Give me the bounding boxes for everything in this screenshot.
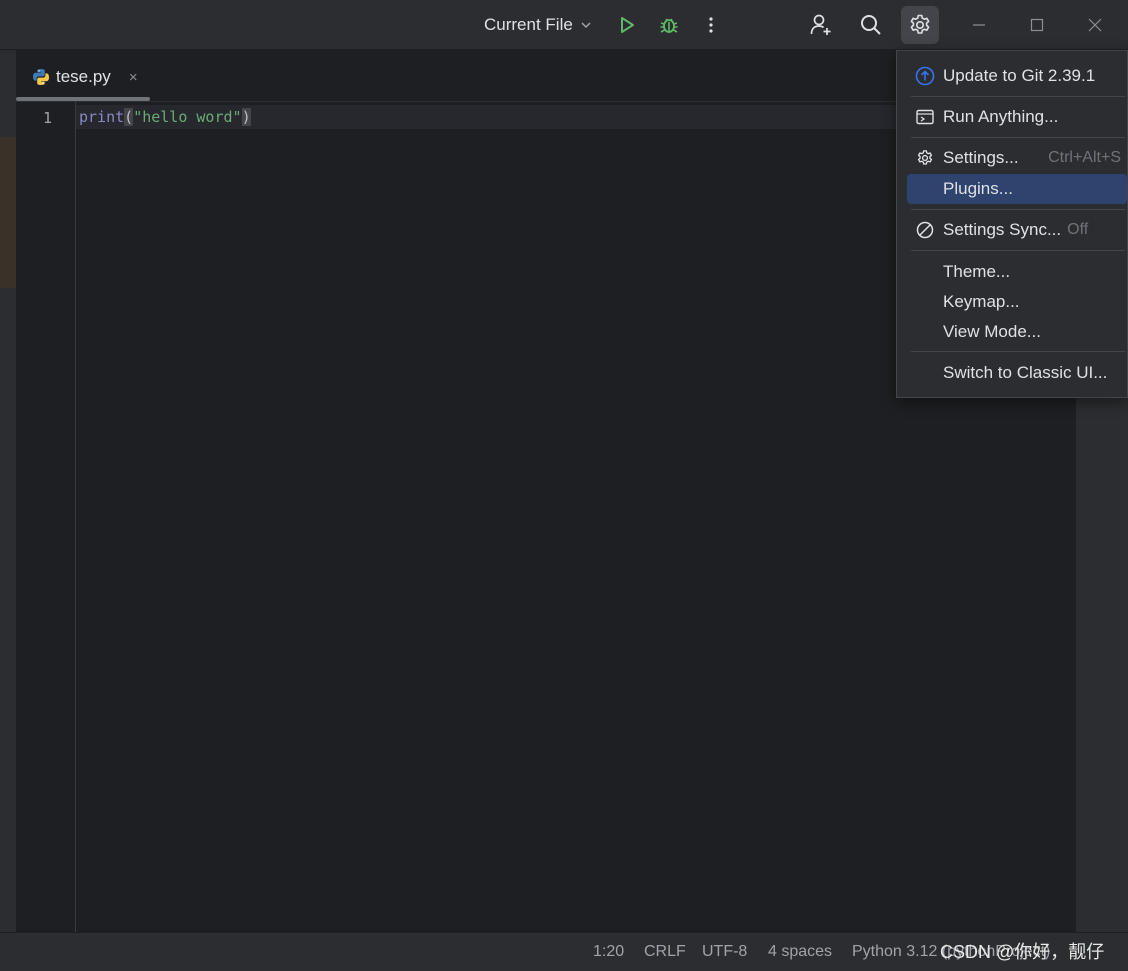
maximize-button[interactable] xyxy=(1008,0,1066,50)
disabled-icon xyxy=(915,220,935,240)
menu-item-label: View Mode... xyxy=(943,322,1041,341)
menu-item-view-mode[interactable]: View Mode... xyxy=(907,317,1127,347)
indent-setting[interactable]: 4 spaces xyxy=(768,943,832,961)
plugins-icon-placeholder xyxy=(915,179,935,199)
menu-item-plugins[interactable]: Plugins... xyxy=(907,174,1127,204)
run-anything-icon xyxy=(915,107,935,127)
close-icon xyxy=(1088,18,1102,32)
close-window-button[interactable] xyxy=(1066,0,1124,50)
menu-separator xyxy=(911,209,1125,210)
gear-icon xyxy=(915,148,935,168)
bug-icon xyxy=(660,18,678,33)
tab-filename: tese.py xyxy=(56,67,111,86)
add-user-icon xyxy=(810,14,831,35)
menu-item-label: Update to Git 2.39.1 xyxy=(943,66,1096,85)
run-button[interactable] xyxy=(611,9,643,41)
code-string-token: "hello word" xyxy=(133,108,242,126)
change-marker xyxy=(0,137,16,288)
minimize-button[interactable] xyxy=(950,0,1008,50)
tab-tese-py[interactable]: tese.py × xyxy=(32,64,138,90)
file-encoding[interactable]: UTF-8 xyxy=(702,943,747,961)
menu-item-run-anything[interactable]: Run Anything... xyxy=(907,102,1127,132)
menu-item-theme[interactable]: Theme... xyxy=(907,257,1127,287)
minimize-icon xyxy=(973,24,985,26)
menu-item-label: Theme... xyxy=(943,262,1011,281)
menu-item-settings[interactable]: Settings... Ctrl+Alt+S xyxy=(907,143,1127,173)
watermark: CSDN @你好，靓仔 xyxy=(940,942,1105,962)
update-icon xyxy=(915,66,935,86)
run-configuration-label: Current File xyxy=(484,15,573,34)
code-line-1[interactable]: print("hello word") xyxy=(79,107,251,127)
title-bar: Current File xyxy=(0,0,1128,50)
caret-position[interactable]: 1:20 xyxy=(593,943,624,961)
settings-sync-state: Off xyxy=(1067,221,1089,238)
menu-item-label: Run Anything... xyxy=(943,107,1059,126)
chevron-down-icon xyxy=(581,22,591,29)
python-file-icon xyxy=(33,69,49,85)
settings-menu: Update to Git 2.39.1 Run Anything... Set… xyxy=(896,50,1128,398)
maximize-icon xyxy=(1030,18,1044,32)
code-function-token: print xyxy=(79,108,125,126)
menu-item-update-git[interactable]: Update to Git 2.39.1 xyxy=(907,61,1127,91)
more-actions-button[interactable] xyxy=(695,9,727,41)
line-number-gutter: 1 xyxy=(16,102,76,932)
search-icon xyxy=(861,15,881,35)
code-with-me-button[interactable] xyxy=(805,9,837,41)
gear-icon xyxy=(910,14,930,34)
play-icon xyxy=(621,17,634,33)
menu-item-switch-classic-ui[interactable]: Switch to Classic UI... xyxy=(907,358,1127,388)
menu-item-keymap[interactable]: Keymap... xyxy=(907,287,1127,317)
menu-separator xyxy=(911,250,1125,251)
tab-close-icon[interactable]: × xyxy=(129,69,138,86)
debug-button[interactable] xyxy=(653,9,685,41)
menu-item-label: Settings Sync... xyxy=(943,220,1062,239)
menu-item-settings-sync[interactable]: Settings Sync... Off xyxy=(907,215,1127,245)
more-vertical-icon xyxy=(709,17,713,33)
ide-settings-button[interactable] xyxy=(901,6,939,44)
menu-separator xyxy=(911,351,1125,352)
search-everywhere-button[interactable] xyxy=(855,9,887,41)
menu-item-shortcut: Ctrl+Alt+S xyxy=(1048,149,1121,166)
run-configuration-selector[interactable]: Current File xyxy=(484,13,593,37)
active-tab-indicator xyxy=(16,97,150,101)
menu-item-label: Plugins... xyxy=(943,179,1013,198)
menu-separator xyxy=(911,137,1125,138)
line-separator[interactable]: CRLF xyxy=(644,943,686,961)
code-paren-close: ) xyxy=(241,108,251,126)
line-number: 1 xyxy=(42,109,52,127)
menu-item-label: Switch to Classic UI... xyxy=(943,363,1108,382)
menu-separator xyxy=(911,96,1125,97)
menu-item-label: Keymap... xyxy=(943,292,1020,311)
menu-item-label: Settings... xyxy=(943,148,1019,167)
code-paren-open: ( xyxy=(124,108,134,126)
